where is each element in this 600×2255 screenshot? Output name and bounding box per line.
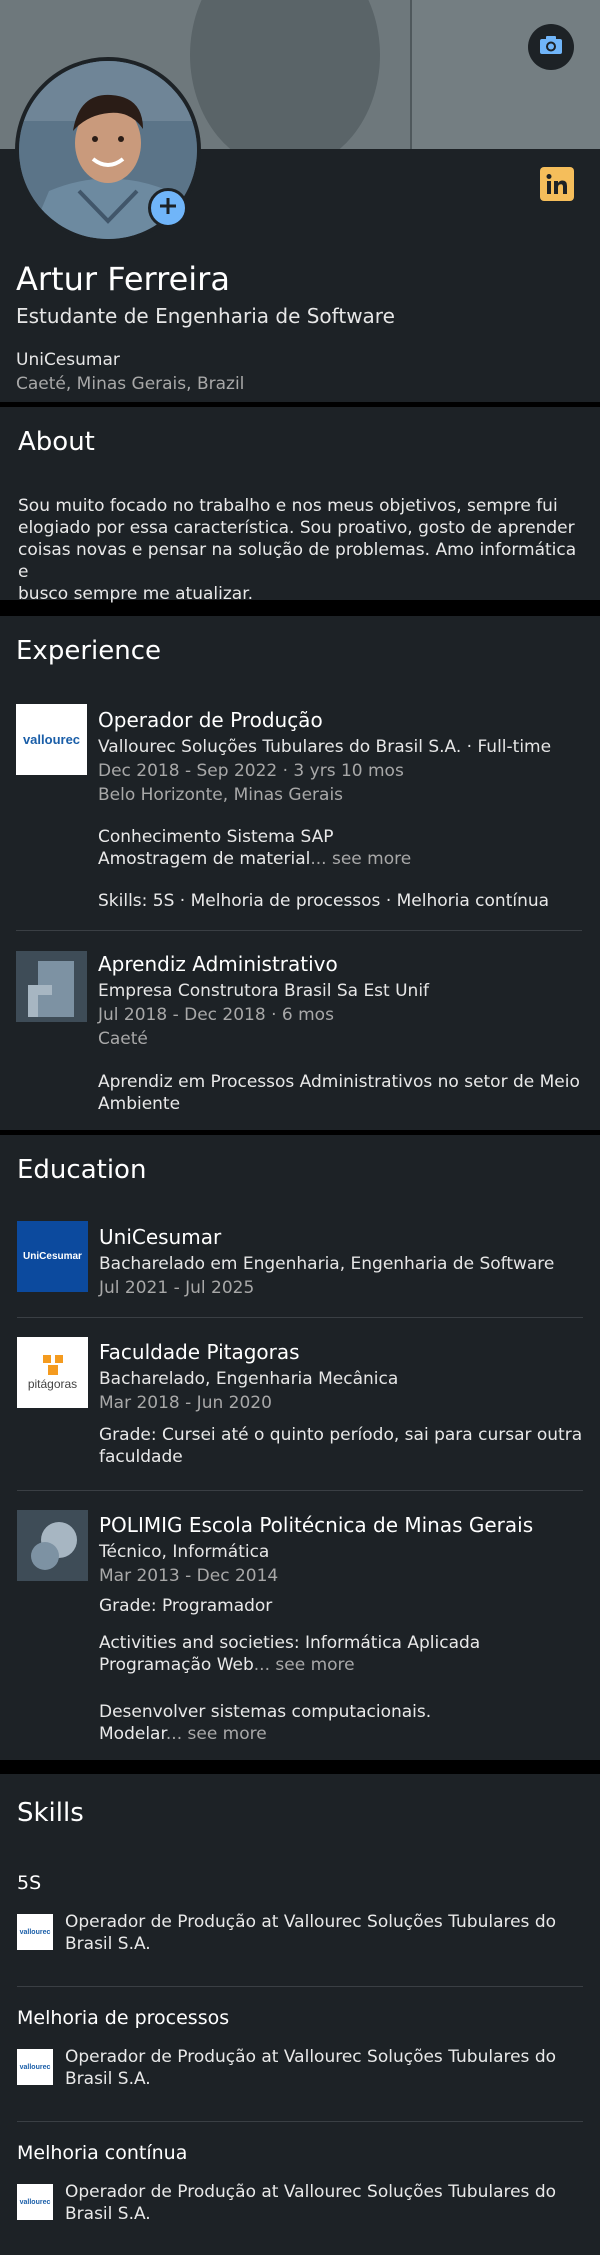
about-heading: About	[18, 427, 95, 457]
experience-title[interactable]: Operador de Produção	[98, 708, 323, 732]
experience-skills[interactable]: Skills: 5S · Melhoria de processos · Mel…	[98, 890, 549, 912]
skill-name[interactable]: Melhoria contínua	[17, 2142, 187, 2164]
education-school[interactable]: Faculdade Pitagoras	[99, 1340, 300, 1364]
divider	[17, 1986, 583, 1987]
skill-name[interactable]: 5S	[17, 1872, 41, 1894]
education-dates: Mar 2013 - Dec 2014	[99, 1566, 279, 1586]
experience-card: Experience vallourec Operador de Produçã…	[0, 616, 600, 1130]
divider	[17, 2121, 583, 2122]
pitagoras-mark-icon	[42, 1354, 63, 1375]
see-more-link[interactable]: ... see more	[166, 1724, 267, 1744]
divider	[17, 1317, 583, 1318]
skill-context[interactable]: Operador de Produção at Vallourec Soluçõ…	[65, 2181, 556, 2225]
skill-context[interactable]: Operador de Produção at Vallourec Soluçõ…	[65, 1911, 556, 1955]
experience-description: Conhecimento Sistema SAP Amostragem de m…	[98, 827, 412, 869]
experience-dates: Jul 2018 - Dec 2018 · 6 mos	[98, 1005, 334, 1025]
vallourec-logo-text: vallourec	[22, 732, 81, 747]
divider	[17, 1490, 583, 1491]
experience-dates: Dec 2018 - Sep 2022 · 3 yrs 10 mos	[98, 761, 404, 781]
profile-school[interactable]: UniCesumar	[16, 350, 120, 370]
education-activities: Activities and societies: Informática Ap…	[99, 1633, 481, 1675]
see-more-link[interactable]: ... see more	[254, 1655, 355, 1675]
company-logo-placeholder[interactable]	[16, 951, 87, 1022]
experience-heading: Experience	[16, 636, 161, 666]
vallourec-logo-text: vallourec	[19, 1928, 51, 1936]
skills-heading: Skills	[17, 1798, 84, 1828]
education-grade: Grade: Programador	[99, 1596, 273, 1616]
add-photo-button[interactable]	[148, 188, 188, 228]
profile-name: Artur Ferreira	[16, 260, 230, 298]
profile-headline: Estudante de Engenharia de Software	[16, 304, 395, 328]
education-grade: Grade: Cursei até o quinto período, sai …	[99, 1425, 583, 1467]
skill-name[interactable]: Melhoria de processos	[17, 2007, 229, 2029]
vallourec-logo: vallourec	[17, 1914, 53, 1950]
education-degree: Bacharelado, Engenharia Mecânica	[99, 1369, 399, 1389]
education-description: Desenvolver sistemas computacionais. Mod…	[99, 1702, 432, 1744]
school-logo-placeholder[interactable]	[17, 1510, 88, 1581]
edit-banner-button[interactable]	[528, 24, 574, 70]
linkedin-icon[interactable]	[540, 167, 574, 201]
education-school[interactable]: POLIMIG Escola Politécnica de Minas Gera…	[99, 1513, 533, 1537]
education-heading: Education	[17, 1155, 147, 1185]
vallourec-logo[interactable]: vallourec	[16, 704, 87, 775]
vallourec-logo: vallourec	[17, 2184, 53, 2220]
education-dates: Jul 2021 - Jul 2025	[99, 1278, 255, 1298]
education-dates: Mar 2018 - Jun 2020	[99, 1393, 272, 1413]
pitagoras-logo-text: pitágoras	[27, 1376, 78, 1391]
education-school[interactable]: UniCesumar	[99, 1225, 221, 1249]
divider	[16, 930, 582, 931]
vallourec-logo-text: vallourec	[19, 2198, 51, 2206]
experience-location: Belo Horizonte, Minas Gerais	[98, 785, 344, 805]
education-card: Education UniCesumar UniCesumar Bacharel…	[0, 1135, 600, 1760]
experience-location: Caeté	[98, 1029, 148, 1049]
pitagoras-logo[interactable]: pitágoras	[17, 1337, 88, 1408]
about-card: About Sou muito focado no trabalho e nos…	[0, 407, 600, 604]
skills-card: Skills 5S vallourec Operador de Produção…	[0, 1774, 600, 2255]
experience-company: Vallourec Soluções Tubulares do Brasil S…	[98, 737, 552, 757]
unicesumar-logo[interactable]: UniCesumar	[17, 1221, 88, 1292]
experience-description: Aprendiz em Processos Administrativos no…	[98, 1072, 580, 1114]
plus-icon	[159, 197, 177, 219]
experience-title[interactable]: Aprendiz Administrativo	[98, 952, 338, 976]
profile-location: Caeté, Minas Gerais, Brazil	[16, 374, 245, 394]
camera-icon	[539, 35, 563, 59]
skill-context[interactable]: Operador de Produção at Vallourec Soluçõ…	[65, 2046, 556, 2090]
education-degree: Bacharelado em Engenharia, Engenharia de…	[99, 1254, 555, 1274]
profile-card: Artur Ferreira Estudante de Engenharia d…	[0, 0, 600, 402]
education-degree: Técnico, Informática	[99, 1542, 270, 1562]
vallourec-logo: vallourec	[17, 2049, 53, 2085]
experience-company: Empresa Construtora Brasil Sa Est Unif	[98, 981, 430, 1001]
vallourec-logo-text: vallourec	[19, 2063, 51, 2071]
see-more-link[interactable]: ... see more	[310, 849, 411, 869]
about-text: Sou muito focado no trabalho e nos meus …	[18, 496, 577, 604]
unicesumar-logo-text: UniCesumar	[23, 1251, 82, 1262]
